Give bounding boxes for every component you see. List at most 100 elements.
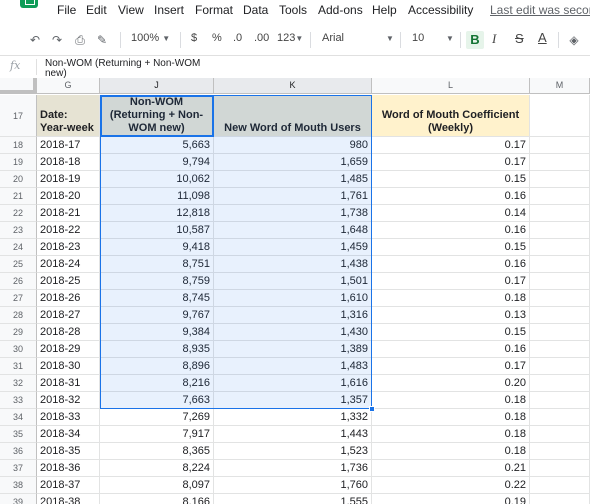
chevron-down-icon[interactable]: ▼ xyxy=(386,34,394,43)
empty-cell[interactable] xyxy=(530,460,590,477)
empty-cell[interactable] xyxy=(530,324,590,341)
strikethrough-button[interactable]: S xyxy=(515,31,524,46)
cell-new-wom-users[interactable]: 1,357 xyxy=(214,392,372,409)
font-size-select[interactable]: 10 xyxy=(412,32,424,44)
cell-date[interactable]: 2018-30 xyxy=(37,358,100,375)
empty-cell[interactable] xyxy=(530,375,590,392)
formula-input[interactable]: Non-WOM (Returning + Non-WOM new) xyxy=(45,59,205,79)
row-header[interactable]: 24 xyxy=(0,239,37,256)
cell-wom-coefficient[interactable]: 0.22 xyxy=(372,477,530,494)
fill-handle[interactable] xyxy=(369,406,375,412)
cell-date[interactable]: 2018-25 xyxy=(37,273,100,290)
last-edit-link[interactable]: Last edit was seconds ago xyxy=(490,3,590,17)
cell-date[interactable]: 2018-20 xyxy=(37,188,100,205)
print-icon[interactable]: ⎙ xyxy=(73,33,87,47)
cell-date[interactable]: 2018-32 xyxy=(37,392,100,409)
cell-new-wom-users[interactable]: 1,316 xyxy=(214,307,372,324)
cell-non-wom[interactable]: 8,365 xyxy=(100,443,214,460)
cell-wom-coefficient[interactable]: 0.16 xyxy=(372,188,530,205)
cell-non-wom[interactable]: 5,663 xyxy=(100,137,214,154)
select-all-corner[interactable] xyxy=(0,78,37,94)
header-date[interactable]: Date: Year-week xyxy=(37,95,100,137)
cell-wom-coefficient[interactable]: 0.17 xyxy=(372,154,530,171)
cell-date[interactable]: 2018-21 xyxy=(37,205,100,222)
cell-new-wom-users[interactable]: 1,438 xyxy=(214,256,372,273)
cell-new-wom-users[interactable]: 1,760 xyxy=(214,477,372,494)
empty-cell[interactable] xyxy=(530,409,590,426)
empty-cell[interactable] xyxy=(530,426,590,443)
fill-color-icon[interactable]: ◈ xyxy=(567,33,581,47)
row-header[interactable]: 17 xyxy=(0,95,37,137)
row-header[interactable]: 20 xyxy=(0,171,37,188)
column-header-l[interactable]: L xyxy=(372,78,530,94)
cell-new-wom-users[interactable]: 1,389 xyxy=(214,341,372,358)
row-header[interactable]: 32 xyxy=(0,375,37,392)
row-header[interactable]: 21 xyxy=(0,188,37,205)
cell-non-wom[interactable]: 7,663 xyxy=(100,392,214,409)
row-header[interactable]: 38 xyxy=(0,477,37,494)
cell-non-wom[interactable]: 8,759 xyxy=(100,273,214,290)
sheets-logo-icon[interactable] xyxy=(20,0,38,8)
menu-tools[interactable]: Tools xyxy=(279,3,307,17)
empty-cell[interactable] xyxy=(530,341,590,358)
cell-wom-coefficient[interactable]: 0.18 xyxy=(372,426,530,443)
empty-cell[interactable] xyxy=(530,188,590,205)
column-header-g[interactable]: G xyxy=(37,78,100,94)
cell-non-wom[interactable]: 8,745 xyxy=(100,290,214,307)
empty-cell[interactable] xyxy=(530,239,590,256)
menu-data[interactable]: Data xyxy=(243,3,268,17)
row-header[interactable]: 23 xyxy=(0,222,37,239)
column-header-k[interactable]: K xyxy=(214,78,372,94)
cell-date[interactable]: 2018-28 xyxy=(37,324,100,341)
empty-cell[interactable] xyxy=(530,358,590,375)
row-header[interactable]: 19 xyxy=(0,154,37,171)
empty-cell[interactable] xyxy=(530,171,590,188)
menu-help[interactable]: Help xyxy=(372,3,397,17)
cell-wom-coefficient[interactable]: 0.16 xyxy=(372,341,530,358)
cell-new-wom-users[interactable]: 1,485 xyxy=(214,171,372,188)
cell-date[interactable]: 2018-18 xyxy=(37,154,100,171)
cell-non-wom[interactable]: 8,896 xyxy=(100,358,214,375)
empty-cell[interactable] xyxy=(530,95,590,137)
menu-edit[interactable]: Edit xyxy=(86,3,107,17)
row-header[interactable]: 35 xyxy=(0,426,37,443)
row-header[interactable]: 22 xyxy=(0,205,37,222)
row-header[interactable]: 26 xyxy=(0,273,37,290)
empty-cell[interactable] xyxy=(530,205,590,222)
cell-non-wom[interactable]: 8,097 xyxy=(100,477,214,494)
cell-non-wom[interactable]: 12,818 xyxy=(100,205,214,222)
row-header[interactable]: 37 xyxy=(0,460,37,477)
empty-cell[interactable] xyxy=(530,443,590,460)
cell-date[interactable]: 2018-33 xyxy=(37,409,100,426)
cell-non-wom[interactable]: 8,166 xyxy=(100,494,214,504)
menu-addons[interactable]: Add-ons xyxy=(318,3,363,17)
cell-non-wom[interactable]: 7,269 xyxy=(100,409,214,426)
cell-non-wom[interactable]: 9,418 xyxy=(100,239,214,256)
header-non-wom[interactable]: Non-WOM (Returning + Non-WOM new) xyxy=(100,95,214,137)
row-header[interactable]: 39 xyxy=(0,494,37,504)
cell-non-wom[interactable]: 8,751 xyxy=(100,256,214,273)
empty-cell[interactable] xyxy=(530,477,590,494)
cell-wom-coefficient[interactable]: 0.18 xyxy=(372,443,530,460)
cell-date[interactable]: 2018-27 xyxy=(37,307,100,324)
empty-cell[interactable] xyxy=(530,392,590,409)
redo-icon[interactable]: ↷ xyxy=(50,33,64,47)
row-header[interactable]: 29 xyxy=(0,324,37,341)
increase-decimal-button[interactable]: .00 xyxy=(254,32,269,44)
empty-cell[interactable] xyxy=(530,256,590,273)
column-header-m[interactable]: M xyxy=(530,78,590,94)
italic-button[interactable]: I xyxy=(492,31,496,47)
cell-non-wom[interactable]: 10,587 xyxy=(100,222,214,239)
cell-new-wom-users[interactable]: 1,736 xyxy=(214,460,372,477)
menu-format[interactable]: Format xyxy=(195,3,233,17)
row-header[interactable]: 34 xyxy=(0,409,37,426)
empty-cell[interactable] xyxy=(530,137,590,154)
decrease-decimal-button[interactable]: .0 xyxy=(233,32,242,44)
currency-button[interactable]: $ xyxy=(191,32,197,44)
menu-insert[interactable]: Insert xyxy=(154,3,184,17)
cell-new-wom-users[interactable]: 1,459 xyxy=(214,239,372,256)
empty-cell[interactable] xyxy=(530,307,590,324)
cell-date[interactable]: 2018-38 xyxy=(37,494,100,504)
cell-date[interactable]: 2018-17 xyxy=(37,137,100,154)
cell-new-wom-users[interactable]: 1,430 xyxy=(214,324,372,341)
